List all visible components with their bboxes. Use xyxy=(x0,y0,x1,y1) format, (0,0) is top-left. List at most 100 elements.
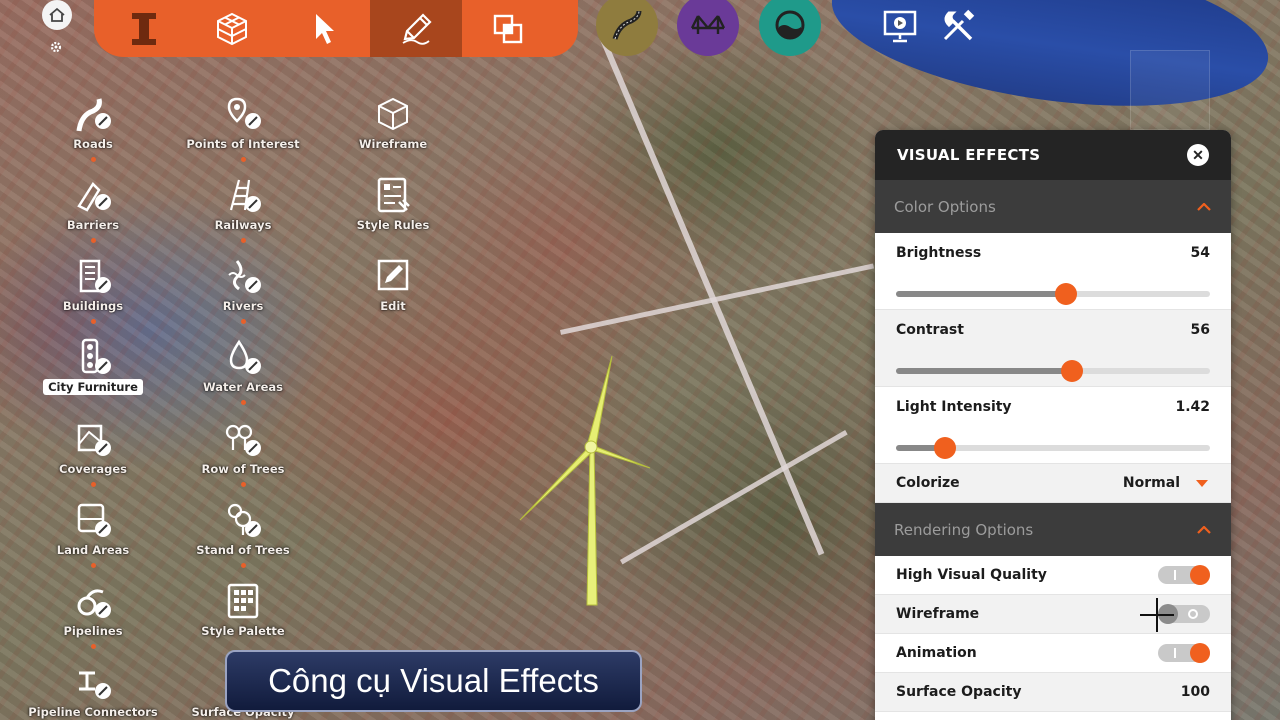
palette-item-coverages[interactable]: Coverages xyxy=(28,420,158,490)
palette-item-dot xyxy=(240,400,246,405)
brightness-label: Brightness xyxy=(896,245,982,261)
palette-item-dot xyxy=(240,238,246,243)
section-title: Color Options xyxy=(894,197,996,216)
palette-item-rivers[interactable]: Rivers xyxy=(178,257,308,327)
toggle-off-mark xyxy=(1188,609,1198,619)
palette-item-pipeline-connectors[interactable]: Pipeline Connectors xyxy=(28,663,158,720)
palette-item-style-rules[interactable]: Style Rules xyxy=(328,176,458,246)
contrast-value: 56 xyxy=(1190,322,1210,338)
palette-item-points-of-interest[interactable]: Points of Interest xyxy=(178,95,308,165)
palette-item-roads[interactable]: Roads xyxy=(28,95,158,165)
rendering-options-section-header[interactable]: Rendering Options xyxy=(875,503,1231,556)
light-intensity-value: 1.42 xyxy=(1175,399,1210,415)
wireframe-row: Wireframe xyxy=(875,595,1231,634)
stand-of-trees-icon xyxy=(227,503,261,537)
water-areas-icon xyxy=(229,339,261,374)
palette-item-dot xyxy=(240,319,246,324)
palette-item-label: Edit xyxy=(380,299,406,313)
rivers-icon xyxy=(228,260,261,293)
palette-item-dot xyxy=(90,238,96,243)
draw-pencil-button[interactable] xyxy=(370,0,462,57)
chevron-up-icon xyxy=(1197,525,1211,534)
palette-item-dot xyxy=(240,482,246,487)
pipeline-connectors-icon xyxy=(79,671,111,699)
select-pointer-button[interactable] xyxy=(278,0,370,57)
draw-pencil-icon xyxy=(402,12,432,45)
gear-icon[interactable] xyxy=(49,40,63,54)
brightness-slider[interactable] xyxy=(896,283,1210,305)
palette-item-label: Roads xyxy=(73,137,113,151)
chevron-down-icon xyxy=(1196,479,1208,487)
surface-opacity-value: 100 xyxy=(1180,684,1210,700)
toggle-knob xyxy=(1190,565,1210,585)
light-intensity-slider[interactable] xyxy=(896,437,1210,459)
tools-settings-button[interactable] xyxy=(938,6,978,46)
palette-item-pipelines[interactable]: Pipelines xyxy=(28,582,158,652)
panel-header: VISUAL EFFECTS ✕ xyxy=(875,130,1231,180)
high-visual-quality-toggle[interactable] xyxy=(1158,565,1210,585)
palette-item-label: Coverages xyxy=(59,462,127,476)
city-furniture-icon xyxy=(81,338,111,374)
tools-settings-icon xyxy=(943,9,975,41)
palette-item-edit[interactable]: Edit xyxy=(328,257,458,327)
high-visual-quality-label: High Visual Quality xyxy=(896,567,1047,583)
crosshair-cursor-icon xyxy=(1140,598,1174,632)
animation-toggle[interactable] xyxy=(1158,643,1210,663)
toggle-knob xyxy=(1190,643,1210,663)
surface-opacity-label: Surface Opacity xyxy=(896,684,1022,700)
palette-item-railways[interactable]: Railways xyxy=(178,176,308,246)
palette-item-stand-of-trees[interactable]: Stand of Trees xyxy=(178,501,308,571)
video-caption: Công cụ Visual Effects xyxy=(225,650,642,712)
coverages-icon xyxy=(77,424,111,456)
slider-handle[interactable] xyxy=(933,437,956,459)
3d-object-button[interactable] xyxy=(186,0,278,57)
slider-fill xyxy=(896,291,1066,297)
presentation-button[interactable] xyxy=(880,6,920,46)
slider-handle[interactable] xyxy=(1060,360,1083,382)
wind-turbine-model[interactable] xyxy=(500,350,680,620)
colorize-row: Colorize Normal xyxy=(875,464,1231,503)
palette-item-label: Row of Trees xyxy=(201,462,285,476)
navigation-cube[interactable] xyxy=(1130,50,1210,130)
style-rules-icon xyxy=(377,177,410,213)
brightness-value: 54 xyxy=(1190,245,1210,261)
high-visual-quality-row: High Visual Quality xyxy=(875,556,1231,595)
animation-row: Animation xyxy=(875,634,1231,673)
3d-object-icon xyxy=(217,12,247,45)
palette-item-style-palette[interactable]: Style Palette xyxy=(178,582,308,652)
slider-handle[interactable] xyxy=(1054,283,1077,305)
home-button[interactable] xyxy=(42,0,72,30)
contrast-slider[interactable] xyxy=(896,360,1210,382)
palette-item-water-areas[interactable]: Water Areas xyxy=(178,338,308,408)
roads-icon xyxy=(76,98,111,132)
palette-item-dot xyxy=(90,319,96,324)
bridge-tool-icon xyxy=(690,15,726,34)
main-toolbar xyxy=(94,0,578,57)
railways-icon xyxy=(229,179,261,212)
palette-item-label: Land Areas xyxy=(56,543,130,557)
copy-overlap-button[interactable] xyxy=(462,0,554,57)
palette-item-wireframe[interactable]: Wireframe xyxy=(328,95,458,165)
palette-item-row-of-trees[interactable]: Row of Trees xyxy=(178,420,308,490)
colorize-dropdown[interactable]: Normal xyxy=(1123,475,1210,491)
close-panel-button[interactable]: ✕ xyxy=(1187,144,1209,166)
layers-button[interactable] xyxy=(94,0,186,57)
row-of-trees-icon xyxy=(225,424,261,456)
surface-opacity-row: Surface Opacity 100 xyxy=(875,673,1231,712)
palette-item-buildings[interactable]: Buildings xyxy=(28,257,158,327)
barriers-icon xyxy=(77,182,111,212)
buildings-icon xyxy=(79,259,111,293)
palette-item-city-furniture[interactable]: City Furniture xyxy=(28,338,158,408)
palette-item-label: Pipeline Connectors xyxy=(28,705,158,719)
wireframe-icon xyxy=(378,97,408,131)
palette-item-barriers[interactable]: Barriers xyxy=(28,176,158,246)
color-options-section-header[interactable]: Color Options xyxy=(875,180,1231,233)
palette-item-label: Buildings xyxy=(62,299,124,313)
land-areas-icon xyxy=(77,503,111,537)
palette-item-dot xyxy=(90,563,96,568)
palette-item-label: Style Palette xyxy=(201,624,285,638)
panel-title: VISUAL EFFECTS xyxy=(897,146,1041,164)
palette-item-land-areas[interactable]: Land Areas xyxy=(28,501,158,571)
points-of-interest-icon xyxy=(227,97,261,129)
presentation-icon xyxy=(883,10,917,43)
